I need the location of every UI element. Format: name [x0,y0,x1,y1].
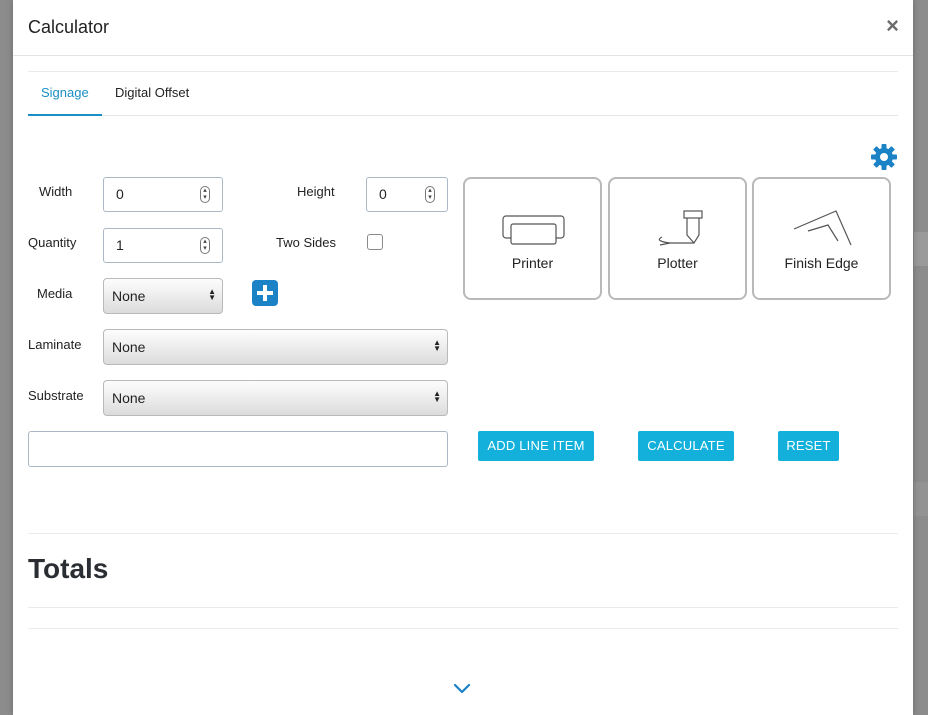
quantity-label: Quantity [28,235,77,250]
quantity-stepper-icon[interactable]: ▴ ▾ [200,237,210,254]
modal-title: Calculator [28,17,110,37]
width-input[interactable]: 0 ▴ ▾ [103,177,223,212]
two-sides-label: Two Sides [276,235,336,250]
close-button[interactable]: × [886,14,899,38]
add-line-item-button[interactable]: ADD LINE ITEM [478,431,594,461]
plotter-tile[interactable]: Plotter [608,177,747,300]
totals-heading: Totals [28,553,109,584]
substrate-label: Substrate [28,388,84,403]
substrate-value: None [112,390,146,406]
printer-tile[interactable]: Printer [463,177,602,300]
tab-signage[interactable]: Signage [28,72,102,116]
background-row [914,482,928,516]
media-value: None [112,288,146,304]
background-row [914,232,928,266]
tab-digital-offset[interactable]: Digital Offset [102,72,202,116]
reset-button[interactable]: RESET [778,431,839,461]
finish-edge-tile[interactable]: Finish Edge [752,177,891,300]
divider [28,533,898,534]
printer-label: Printer [511,255,554,271]
add-media-button[interactable] [252,280,278,306]
width-label: Width [39,184,73,199]
height-stepper-icon[interactable]: ▴ ▾ [425,186,435,203]
select-arrows-icon: ▲ ▼ [433,338,441,353]
finish-edge-icon [793,210,852,246]
select-arrows-icon: ▲ ▼ [208,287,216,302]
laminate-select[interactable]: None ▲ ▼ [103,329,448,365]
two-sides-checkbox[interactable] [367,234,383,250]
divider [28,628,898,629]
divider [28,607,898,608]
quantity-value: 1 [116,237,124,253]
calculate-button[interactable]: CALCULATE [638,431,734,461]
modal-header: Calculator × [13,0,913,56]
width-stepper-icon[interactable]: ▴ ▾ [200,186,210,203]
width-value: 0 [116,186,124,202]
line-item-description-input[interactable] [28,431,448,467]
media-select[interactable]: None ▲ ▼ [103,278,223,314]
laminate-label: Laminate [28,337,82,352]
select-arrows-icon: ▲ ▼ [433,389,441,404]
height-label: Height [297,184,335,199]
calculator-modal: Calculator × Signage Digital Offset Widt… [13,0,913,715]
substrate-select[interactable]: None ▲ ▼ [103,380,448,416]
media-label: Media [37,286,73,301]
chevron-down-icon[interactable] [452,682,472,696]
quantity-input[interactable]: 1 ▴ ▾ [103,228,223,263]
printer-icon [502,215,565,245]
plotter-icon [658,210,703,246]
tab-bar: Signage Digital Offset [28,72,898,116]
height-input[interactable]: 0 ▴ ▾ [366,177,448,212]
height-value: 0 [379,186,387,202]
finish-edge-label: Finish Edge [784,255,859,271]
plotter-label: Plotter [657,255,698,271]
gear-icon[interactable] [870,143,898,171]
laminate-value: None [112,339,146,355]
